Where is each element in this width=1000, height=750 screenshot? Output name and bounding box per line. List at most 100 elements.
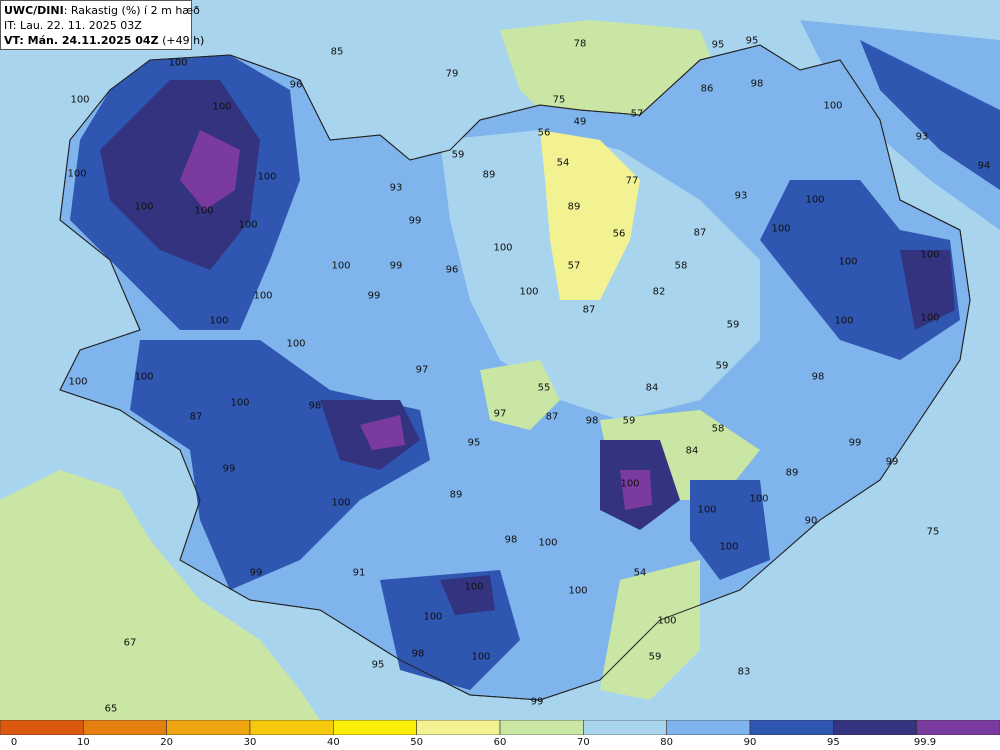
value-label: 98 — [411, 648, 425, 660]
value-label: 84 — [645, 382, 659, 394]
legend-tick: 0 — [10, 737, 18, 748]
value-label: 100 — [538, 537, 558, 549]
value-label: 97 — [415, 364, 429, 376]
value-label: 100 — [823, 100, 843, 112]
value-label: 100 — [657, 615, 677, 627]
legend-swatch — [499, 720, 584, 735]
value-label: 100 — [212, 101, 232, 113]
value-label: 57 — [567, 260, 581, 272]
value-label: 100 — [134, 371, 154, 383]
value-label: 96 — [289, 79, 303, 91]
value-label: 59 — [451, 149, 465, 161]
value-label: 98 — [585, 415, 599, 427]
legend-tick: 20 — [160, 737, 174, 748]
value-label: 99 — [222, 463, 236, 475]
glacier-peak — [620, 470, 652, 510]
value-label: 100 — [493, 242, 513, 254]
value-label: 99 — [848, 437, 862, 449]
value-label: 100 — [719, 541, 739, 553]
value-label: 100 — [620, 478, 640, 490]
value-label: 100 — [331, 260, 351, 272]
value-label: 75 — [552, 94, 566, 106]
value-label: 99 — [389, 260, 403, 272]
value-label: 99 — [408, 215, 422, 227]
value-label: 87 — [189, 411, 203, 423]
value-label: 82 — [652, 286, 666, 298]
value-label: 84 — [685, 445, 699, 457]
value-label: 98 — [811, 371, 825, 383]
legend-tick: 80 — [660, 737, 674, 748]
init-time: IT: Lau. 22. 11. 2025 03Z — [4, 19, 142, 32]
value-label: 100 — [194, 205, 214, 217]
title-line: UWC/DINI: Rakastig (%) í 2 m hæð — [4, 3, 200, 18]
value-label: 100 — [238, 219, 258, 231]
value-label: 95 — [745, 35, 759, 47]
legend-swatch — [749, 720, 834, 735]
value-label: 100 — [471, 651, 491, 663]
valid-time: VT: Mán. 24.11.2025 04Z — [4, 34, 159, 47]
value-label: 54 — [633, 567, 647, 579]
value-label: 100 — [70, 94, 90, 106]
value-label: 94 — [977, 160, 991, 172]
value-label: 89 — [785, 467, 799, 479]
value-label: 97 — [493, 408, 507, 420]
value-label: 100 — [568, 585, 588, 597]
value-label: 100 — [749, 493, 769, 505]
value-label: 100 — [331, 497, 351, 509]
legend-tick: 50 — [410, 737, 424, 748]
legend-swatch — [333, 720, 417, 735]
value-label: 54 — [556, 157, 570, 169]
value-label: 100 — [697, 504, 717, 516]
value-label: 100 — [920, 249, 940, 261]
value-label: 59 — [715, 360, 729, 372]
value-label: 93 — [915, 131, 929, 143]
value-label: 77 — [625, 175, 639, 187]
value-label: 87 — [582, 304, 596, 316]
legend-tick: 30 — [243, 737, 257, 748]
legend-bar — [0, 720, 1000, 735]
value-label: 100 — [834, 315, 854, 327]
value-label: 100 — [519, 286, 539, 298]
value-label: 100 — [464, 581, 484, 593]
value-label: 100 — [230, 397, 250, 409]
value-label: 78 — [573, 38, 587, 50]
legend-tick: 90 — [743, 737, 757, 748]
value-label: 100 — [286, 338, 306, 350]
value-label: 67 — [123, 637, 137, 649]
value-label: 56 — [537, 127, 551, 139]
value-label: 100 — [253, 290, 273, 302]
legend-swatch — [916, 720, 1000, 735]
value-label: 98 — [504, 534, 518, 546]
value-label: 75 — [926, 526, 940, 538]
value-label: 99 — [530, 696, 544, 708]
legend-swatch — [166, 720, 251, 735]
value-label: 96 — [445, 264, 459, 276]
value-label: 79 — [445, 68, 459, 80]
parameter-name: : Rakastig (%) í 2 m hæð — [63, 4, 200, 17]
value-label: 89 — [449, 489, 463, 501]
legend-swatch — [833, 720, 917, 735]
legend-swatch — [583, 720, 667, 735]
value-label: 100 — [257, 171, 277, 183]
legend-tick: 95 — [826, 737, 840, 748]
value-label: 85 — [330, 46, 344, 58]
value-label: 89 — [482, 169, 496, 181]
value-label: 86 — [700, 83, 714, 95]
value-label: 100 — [838, 256, 858, 268]
value-label: 100 — [134, 201, 154, 213]
value-label: 100 — [68, 376, 88, 388]
value-label: 58 — [674, 260, 688, 272]
value-label: 89 — [567, 201, 581, 213]
forecast-map — [0, 0, 1000, 720]
value-label: 49 — [573, 116, 587, 128]
value-label: 87 — [693, 227, 707, 239]
legend-tick: 10 — [76, 737, 90, 748]
value-label: 100 — [920, 312, 940, 324]
value-label: 58 — [711, 423, 725, 435]
value-label: 55 — [537, 382, 551, 394]
value-label: 99 — [367, 290, 381, 302]
value-label: 100 — [168, 57, 188, 69]
value-label: 59 — [622, 415, 636, 427]
value-label: 59 — [648, 651, 662, 663]
legend-tick: 40 — [326, 737, 340, 748]
